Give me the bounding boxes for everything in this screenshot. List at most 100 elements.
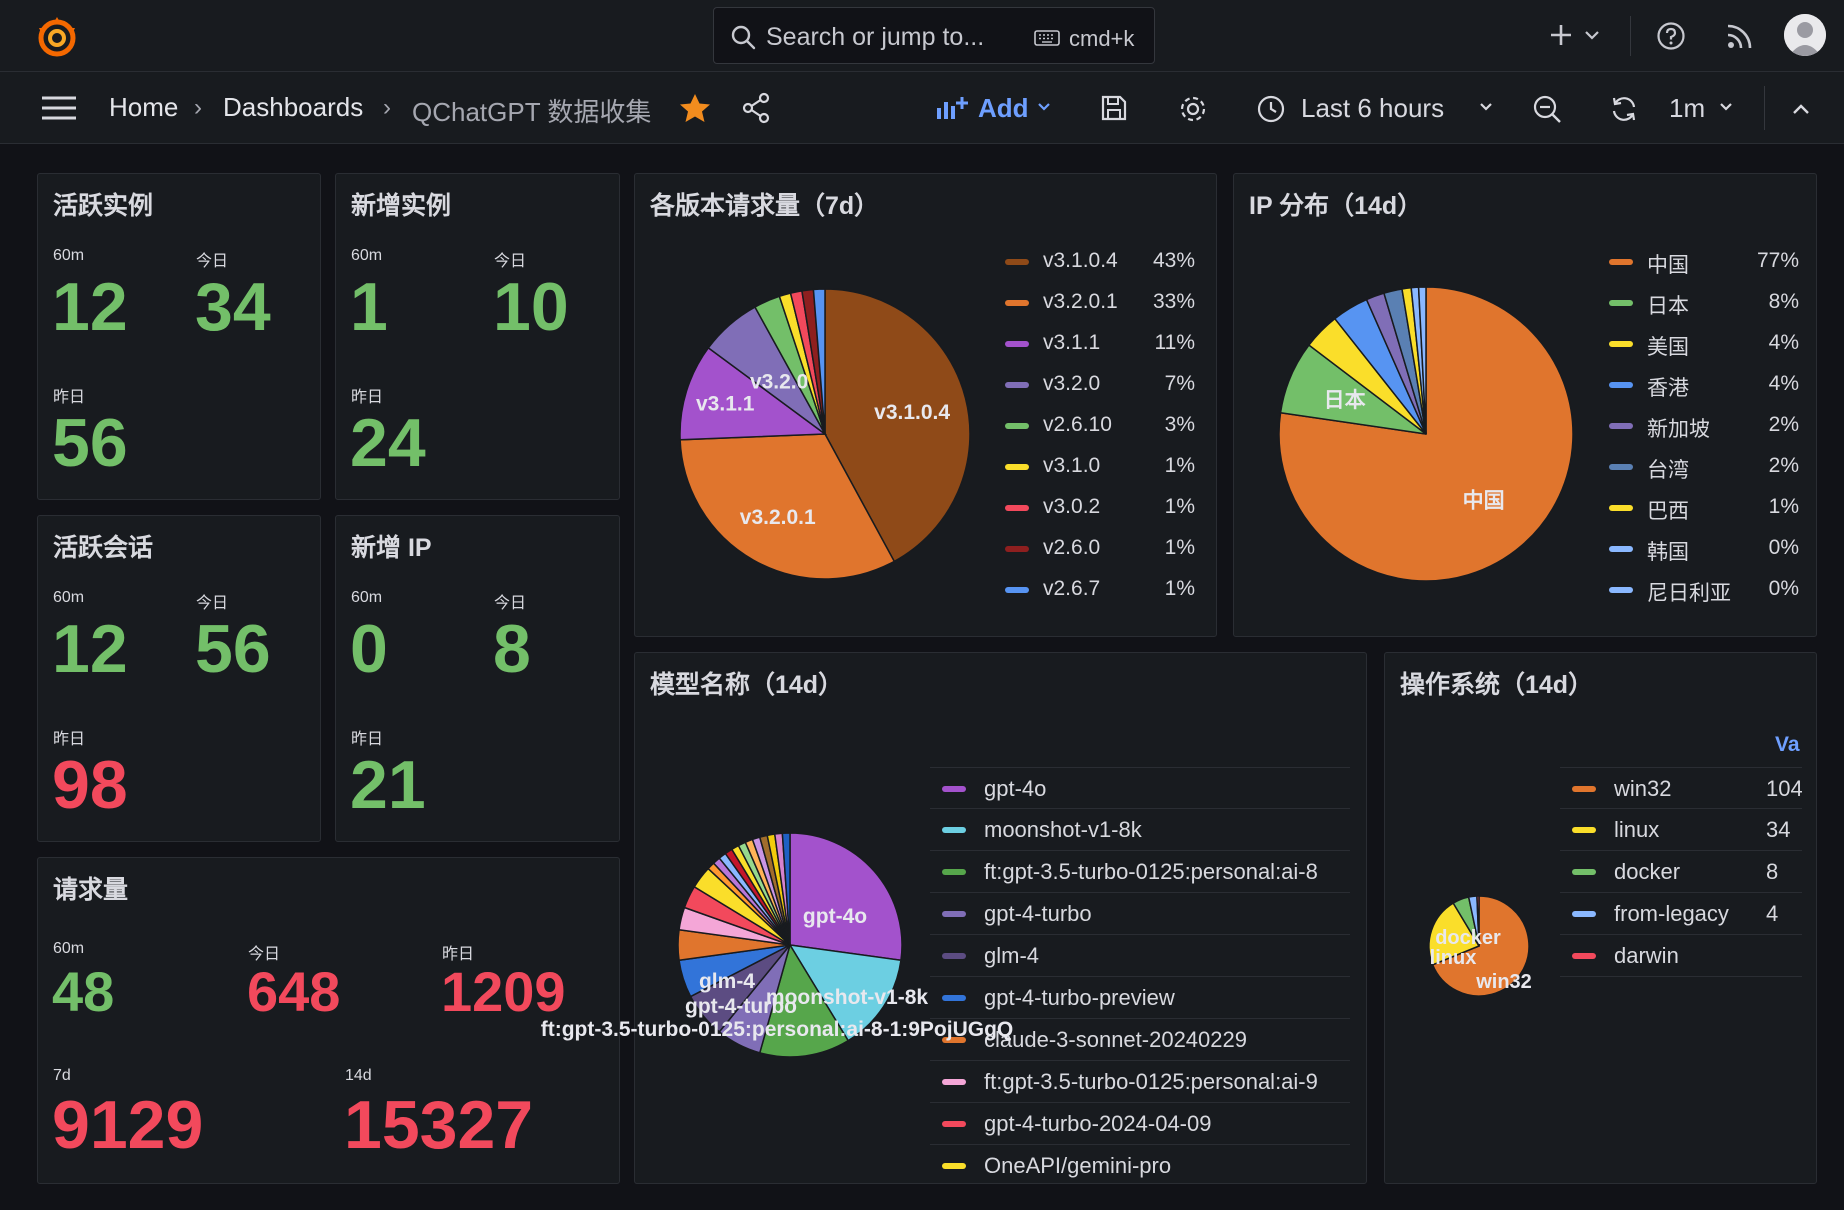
legend-swatch [1609, 505, 1633, 511]
pie-slice-label: ft:gpt-3.5-turbo-0125:personal:ai-8-1:9P… [541, 1018, 1014, 1041]
panel-new-ip[interactable]: 新增 IP 60m 0 今日 8 昨日 21 [335, 515, 620, 842]
legend-value: 33% [1152, 290, 1195, 313]
legend-list-item[interactable]: from-legacy 4 [1560, 893, 1802, 935]
legend-item[interactable]: v3.1.0.4 43% [1005, 244, 1195, 280]
refresh-interval-picker[interactable]: 1m [1669, 93, 1705, 124]
legend-value: 1% [1164, 536, 1195, 559]
legend-item[interactable]: v2.6.7 1% [1005, 572, 1195, 608]
top-bar: Search or jump to... cmd+k [0, 0, 1844, 72]
legend-item[interactable]: v3.0.2 1% [1005, 490, 1195, 526]
legend-value: 0% [1768, 536, 1799, 559]
legend-swatch [1572, 953, 1596, 959]
chevron-down-icon[interactable] [1479, 102, 1493, 112]
legend-swatch [1572, 786, 1596, 792]
stat-value-yesterday: 56 [52, 405, 128, 481]
save-icon[interactable] [1100, 94, 1128, 122]
panel-active-sessions[interactable]: 活跃会话 60m 12 今日 56 昨日 98 [37, 515, 321, 842]
panel-ip-distribution[interactable]: IP 分布（14d） 中国 日本 中国 77% 日本 8% 美国 4% 香港 4% 新加坡 2% 台湾… [1233, 173, 1817, 637]
add-panel-icon[interactable] [936, 96, 968, 120]
legend-item[interactable]: 尼日利亚 0% [1609, 572, 1799, 608]
legend-swatch [1005, 423, 1029, 429]
panel-version-requests[interactable]: 各版本请求量（7d） v3.1.0.4 v3.2.0.1 v3.1.1 v3.2.0 … [634, 173, 1217, 637]
legend-swatch [1005, 587, 1029, 593]
grafana-logo-icon[interactable] [34, 14, 80, 60]
legend-swatch [1609, 341, 1633, 347]
legend-item[interactable]: 巴西 1% [1609, 490, 1799, 526]
legend-list-item[interactable]: docker 8 [1560, 851, 1802, 893]
chevron-up-icon[interactable] [1791, 102, 1811, 116]
legend-label: v3.1.1 [1043, 331, 1101, 354]
legend-item[interactable]: 中国 77% [1609, 244, 1799, 280]
legend-item[interactable]: v3.2.0 7% [1005, 367, 1195, 403]
legend-swatch [1572, 869, 1596, 875]
legend-list-item[interactable]: linux 34 [1560, 809, 1802, 851]
legend-item[interactable]: v3.1.1 11% [1005, 326, 1195, 362]
search-placeholder: Search or jump to... [766, 23, 985, 51]
add-button[interactable]: Add [978, 93, 1029, 124]
chevron-down-icon[interactable] [1584, 29, 1600, 41]
breadcrumb-current: QChatGPT 数据收集 [412, 97, 652, 127]
panel-title: 活跃实例 [53, 192, 154, 220]
legend-item[interactable]: v3.2.0.1 33% [1005, 285, 1195, 321]
stat-value-yesterday: 98 [52, 747, 128, 823]
refresh-icon[interactable] [1609, 94, 1639, 124]
pie-slice-label: gpt-4o [803, 905, 867, 928]
chevron-down-icon[interactable] [1719, 102, 1733, 112]
stat-value-14d: 15327 [344, 1087, 534, 1163]
legend-label: 美国 [1647, 336, 1689, 359]
legend-item[interactable]: 台湾 2% [1609, 449, 1799, 485]
legend-label: v3.0.2 [1043, 495, 1101, 518]
legend-value: 3% [1164, 413, 1195, 436]
legend-value: 0% [1768, 577, 1799, 600]
legend-item[interactable]: 香港 4% [1609, 367, 1799, 403]
legend-item[interactable]: 美国 4% [1609, 326, 1799, 362]
plus-icon[interactable] [1548, 22, 1574, 48]
time-range-picker[interactable]: Last 6 hours [1301, 93, 1444, 124]
pie-slice-label: v3.1.0.4 [874, 401, 950, 424]
breadcrumb-home[interactable]: Home [109, 92, 178, 123]
legend-list-item[interactable]: win32 104 [1560, 767, 1802, 809]
stat-label-14d: 14d [345, 1067, 372, 1084]
legend-swatch [1572, 911, 1596, 917]
breadcrumb-dashboards[interactable]: Dashboards [223, 92, 363, 123]
legend-list-item[interactable]: darwin [1560, 935, 1802, 977]
legend-list-item[interactable]: gpt-4-turbo-2024-04-09 [930, 1103, 1350, 1145]
legend-swatch [1572, 827, 1596, 833]
clock-icon[interactable] [1256, 94, 1286, 124]
rss-icon[interactable] [1726, 22, 1754, 50]
stat-value-today: 10 [493, 269, 569, 345]
legend-value: 2% [1768, 454, 1799, 477]
settings-icon[interactable] [1178, 94, 1208, 124]
panel-operating-systems[interactable]: 操作系统（14d） Va docker linux win32 win32 104 li… [1384, 652, 1817, 1184]
legend-label: v2.6.0 [1043, 536, 1101, 559]
help-icon[interactable] [1656, 21, 1686, 51]
share-icon[interactable] [741, 92, 771, 124]
menu-icon[interactable] [40, 94, 78, 122]
stat-label-yesterday: 昨日 [53, 731, 86, 748]
panel-new-instances[interactable]: 新增实例 60m 1 今日 10 昨日 24 [335, 173, 620, 500]
legend-item[interactable]: 新加坡 2% [1609, 408, 1799, 444]
legend-swatch [942, 1163, 966, 1169]
legend-item[interactable]: v3.1.0 1% [1005, 449, 1195, 485]
pie-slice-label: v3.2.0.1 [740, 506, 816, 529]
legend-item[interactable]: 韩国 0% [1609, 531, 1799, 567]
legend-swatch [942, 1121, 966, 1127]
pie-slice[interactable] [789, 832, 903, 962]
chevron-down-icon[interactable] [1037, 102, 1051, 112]
star-icon[interactable] [679, 93, 711, 123]
toolbar-divider [1764, 86, 1765, 130]
stat-label-yesterday: 昨日 [351, 389, 384, 406]
search-bar[interactable]: Search or jump to... cmd+k [713, 7, 1155, 64]
stat-label-today: 今日 [494, 595, 527, 612]
search-shortcut: cmd+k [1069, 26, 1135, 51]
legend-item[interactable]: v2.6.0 1% [1005, 531, 1195, 567]
avatar[interactable] [1784, 14, 1826, 56]
legend-swatch [1005, 259, 1029, 265]
legend-value: 8 [1766, 859, 1779, 884]
legend-item[interactable]: 日本 8% [1609, 285, 1799, 321]
stat-label-today: 今日 [196, 253, 229, 270]
legend-list-item[interactable]: OneAPI/gemini-pro [930, 1145, 1350, 1183]
panel-active-instances[interactable]: 活跃实例 60m 12 今日 34 昨日 56 [37, 173, 321, 500]
zoom-out-icon[interactable] [1532, 94, 1562, 124]
legend-item[interactable]: v2.6.10 3% [1005, 408, 1195, 444]
